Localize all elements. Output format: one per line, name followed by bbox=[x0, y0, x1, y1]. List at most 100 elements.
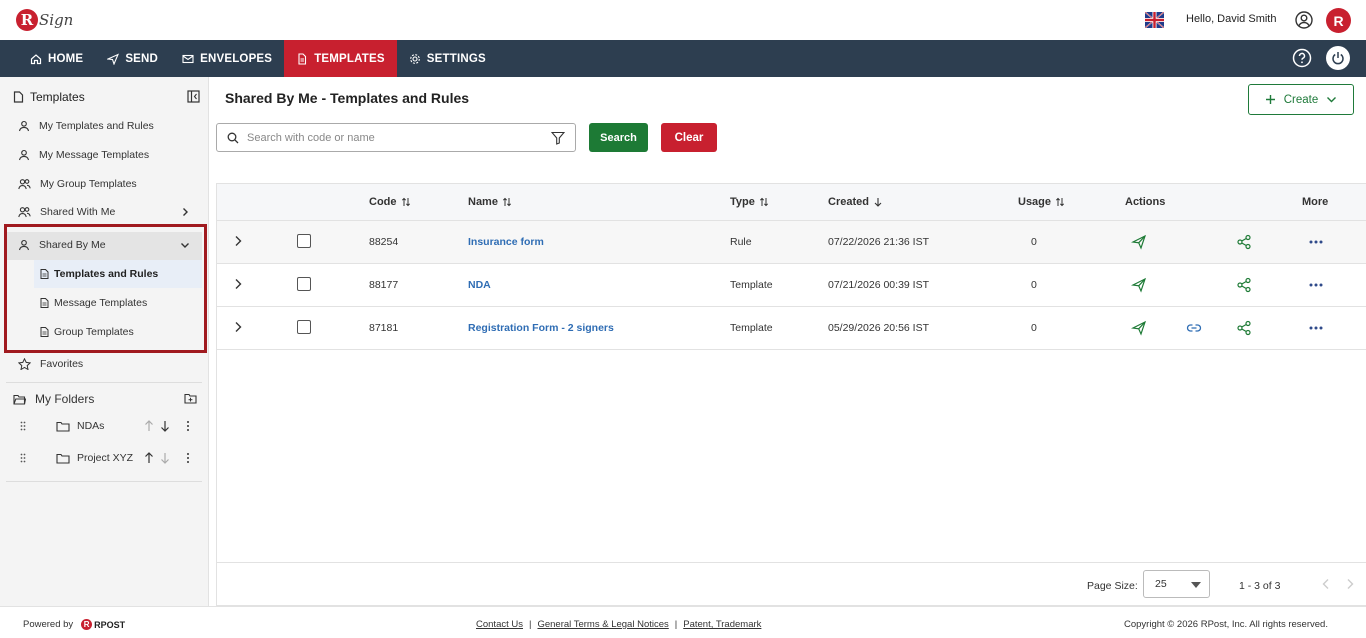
collapse-sidebar-icon[interactable] bbox=[187, 90, 200, 103]
page-size-select[interactable]: 25 bbox=[1143, 570, 1210, 598]
chevron-right-icon[interactable] bbox=[233, 278, 243, 290]
sidebar-item-my-templates-and-rules[interactable]: My Templates and Rules bbox=[18, 116, 154, 136]
filter-icon[interactable] bbox=[551, 131, 565, 145]
send-icon[interactable] bbox=[1131, 320, 1147, 336]
nav-send[interactable]: SEND bbox=[95, 40, 170, 77]
table-row[interactable]: 88177 NDA Template 07/21/2026 00:39 IST … bbox=[217, 264, 1366, 307]
document-icon bbox=[13, 91, 24, 103]
contact-us-link[interactable]: Contact Us bbox=[476, 619, 523, 630]
chevron-right-icon[interactable] bbox=[180, 207, 190, 217]
nav-settings[interactable]: SETTINGS bbox=[397, 40, 498, 77]
col-created[interactable]: Created bbox=[828, 196, 883, 208]
sort-icon bbox=[759, 197, 768, 207]
main-nav: HOME SEND ENVELOPES TEMPLATES SETTINGS bbox=[0, 40, 1366, 77]
folder-row[interactable]: Project XYZ bbox=[20, 448, 200, 468]
sidebar-item-label: My Group Templates bbox=[40, 178, 137, 190]
rpost-logo[interactable]: R RPOST bbox=[81, 619, 125, 630]
chevron-right-icon[interactable] bbox=[233, 321, 243, 333]
sidebar-item-label: My Templates and Rules bbox=[39, 120, 154, 132]
help-icon[interactable] bbox=[1292, 48, 1312, 68]
share-icon[interactable] bbox=[1236, 320, 1252, 336]
brand-logo[interactable]: R bbox=[1326, 8, 1351, 33]
page-size-value: 25 bbox=[1155, 578, 1167, 590]
sort-icon bbox=[1055, 197, 1065, 207]
share-icon[interactable] bbox=[1236, 234, 1252, 250]
drag-handle-icon[interactable] bbox=[20, 453, 26, 463]
legal-notices-link[interactable]: General Terms & Legal Notices bbox=[537, 619, 668, 630]
cell-created: 05/29/2026 20:56 IST bbox=[828, 322, 929, 334]
nav-envelopes[interactable]: ENVELOPES bbox=[170, 40, 284, 77]
link-icon[interactable] bbox=[1186, 320, 1202, 336]
powered-by: Powered by R RPOST bbox=[23, 619, 125, 630]
share-icon[interactable] bbox=[1236, 277, 1252, 293]
templates-table: Code Name Type Created Usage Actions Mor… bbox=[216, 183, 1366, 606]
nav-send-label: SEND bbox=[125, 52, 159, 65]
powered-by-label: Powered by bbox=[23, 619, 74, 630]
add-folder-icon[interactable] bbox=[184, 393, 197, 404]
more-options-icon[interactable] bbox=[1308, 234, 1324, 250]
send-icon[interactable] bbox=[1131, 277, 1147, 293]
create-button[interactable]: Create bbox=[1248, 84, 1354, 115]
users-icon bbox=[18, 207, 31, 218]
next-page-icon[interactable] bbox=[1344, 578, 1356, 590]
sidebar-title[interactable]: Templates bbox=[13, 90, 85, 104]
divider bbox=[6, 382, 202, 383]
language-flag-icon[interactable] bbox=[1145, 12, 1164, 28]
move-down-icon[interactable] bbox=[160, 452, 170, 464]
search-button[interactable]: Search bbox=[589, 123, 648, 152]
col-type[interactable]: Type bbox=[730, 196, 769, 208]
chevron-right-icon[interactable] bbox=[233, 235, 243, 247]
separator: | bbox=[529, 619, 532, 630]
my-folders-header[interactable]: My Folders bbox=[13, 389, 94, 409]
col-usage[interactable]: Usage bbox=[1018, 196, 1065, 208]
rpost-logo-text: RPOST bbox=[94, 619, 126, 630]
rsign-logo[interactable]: R Sign bbox=[16, 6, 73, 34]
sort-icon bbox=[401, 197, 410, 207]
gear-icon bbox=[409, 53, 420, 64]
cell-name-link[interactable]: Insurance form bbox=[468, 236, 544, 248]
search-input[interactable] bbox=[247, 131, 551, 144]
more-options-icon[interactable] bbox=[1308, 277, 1324, 293]
nav-settings-label: SETTINGS bbox=[426, 52, 486, 65]
table-row[interactable]: 88254 Insurance form Rule 07/22/2026 21:… bbox=[217, 221, 1366, 264]
user-profile-icon[interactable] bbox=[1295, 11, 1313, 29]
col-more: More bbox=[1302, 196, 1328, 208]
more-options-icon[interactable] bbox=[1308, 320, 1324, 336]
sidebar-item-shared-with-me[interactable]: Shared With Me bbox=[18, 202, 115, 222]
row-checkbox[interactable] bbox=[297, 277, 311, 291]
folder-name: Project XYZ bbox=[77, 452, 134, 464]
patent-trademark-link[interactable]: Patent, Trademark bbox=[683, 619, 761, 630]
move-up-icon[interactable] bbox=[144, 452, 154, 464]
user-greeting: Hello, David Smith bbox=[1186, 13, 1277, 25]
clear-button[interactable]: Clear bbox=[661, 123, 717, 152]
my-folders-title: My Folders bbox=[35, 392, 95, 406]
logout-button[interactable] bbox=[1326, 46, 1350, 70]
cell-name-link[interactable]: Registration Form - 2 signers bbox=[468, 322, 614, 334]
cell-created: 07/21/2026 00:39 IST bbox=[828, 279, 929, 291]
col-code[interactable]: Code bbox=[369, 196, 411, 208]
table-row[interactable]: 87181 Registration Form - 2 signers Temp… bbox=[217, 307, 1366, 350]
move-up-icon[interactable] bbox=[144, 420, 154, 432]
col-name[interactable]: Name bbox=[468, 196, 512, 208]
sidebar-item-my-message-templates[interactable]: My Message Templates bbox=[18, 145, 149, 165]
envelope-icon bbox=[182, 54, 194, 63]
page-size-label: Page Size: bbox=[1087, 580, 1138, 592]
nav-templates[interactable]: TEMPLATES bbox=[284, 40, 397, 77]
drag-handle-icon[interactable] bbox=[20, 421, 26, 431]
sidebar-item-my-group-templates[interactable]: My Group Templates bbox=[18, 174, 137, 194]
cell-code: 87181 bbox=[369, 322, 399, 334]
send-icon[interactable] bbox=[1131, 234, 1147, 250]
folder-row[interactable]: NDAs bbox=[20, 416, 200, 436]
nav-home[interactable]: HOME bbox=[18, 40, 95, 77]
move-down-icon[interactable] bbox=[160, 420, 170, 432]
cell-type: Rule bbox=[730, 236, 752, 248]
folder-menu-icon[interactable] bbox=[185, 420, 191, 432]
prev-page-icon[interactable] bbox=[1320, 578, 1332, 590]
cell-name-link[interactable]: NDA bbox=[468, 279, 491, 291]
sidebar-item-favorites[interactable]: Favorites bbox=[18, 354, 83, 374]
row-checkbox[interactable] bbox=[297, 320, 311, 334]
folder-menu-icon[interactable] bbox=[185, 452, 191, 464]
logo-r-badge: R bbox=[16, 9, 38, 31]
row-checkbox[interactable] bbox=[297, 234, 311, 248]
col-name-label: Name bbox=[468, 196, 498, 208]
